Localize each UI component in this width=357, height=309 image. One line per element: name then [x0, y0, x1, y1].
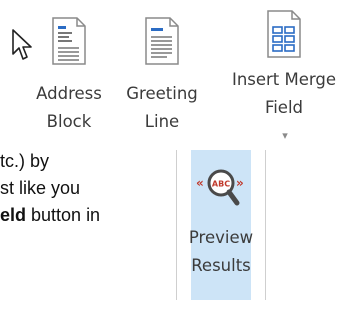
- preview-results-label: Preview Results: [188, 228, 254, 275]
- insert-merge-field-button[interactable]: Insert Merge Field ▾: [214, 0, 354, 146]
- address-block-icon: [52, 10, 86, 72]
- svg-text:«: «: [196, 176, 204, 190]
- address-block-button[interactable]: Address Block: [30, 0, 108, 146]
- greeting-line-icon: [145, 10, 179, 72]
- mailings-write-insert-fields-group: Address Block Greeting Line Insert Merge…: [0, 0, 357, 146]
- preview-results-button[interactable]: « » ABC Preview Results: [188, 150, 254, 300]
- document-line: st like you: [0, 178, 81, 198]
- preview-results-group: « » ABC Preview Results: [176, 150, 266, 300]
- document-text: tc.) by st like you eld button in: [0, 148, 175, 229]
- insert-merge-field-icon: [267, 10, 301, 58]
- document-text-run: button in: [26, 205, 101, 225]
- document-line: tc.) by: [0, 151, 50, 171]
- greeting-line-button[interactable]: Greeting Line: [118, 0, 206, 146]
- insert-merge-field-label: Insert Merge Field ▾: [232, 66, 336, 150]
- address-block-label: Address Block: [36, 84, 102, 131]
- preview-results-icon: « » ABC: [195, 164, 247, 214]
- mouse-pointer-icon: [12, 29, 32, 60]
- bold-text: eld: [0, 205, 27, 225]
- greeting-line-label: Greeting Line: [126, 84, 198, 131]
- abc-badge-text: ABC: [212, 180, 230, 189]
- svg-text:»: »: [236, 176, 244, 190]
- document-line: eld button in: [0, 202, 175, 229]
- chevron-down-icon[interactable]: ▾: [234, 122, 336, 150]
